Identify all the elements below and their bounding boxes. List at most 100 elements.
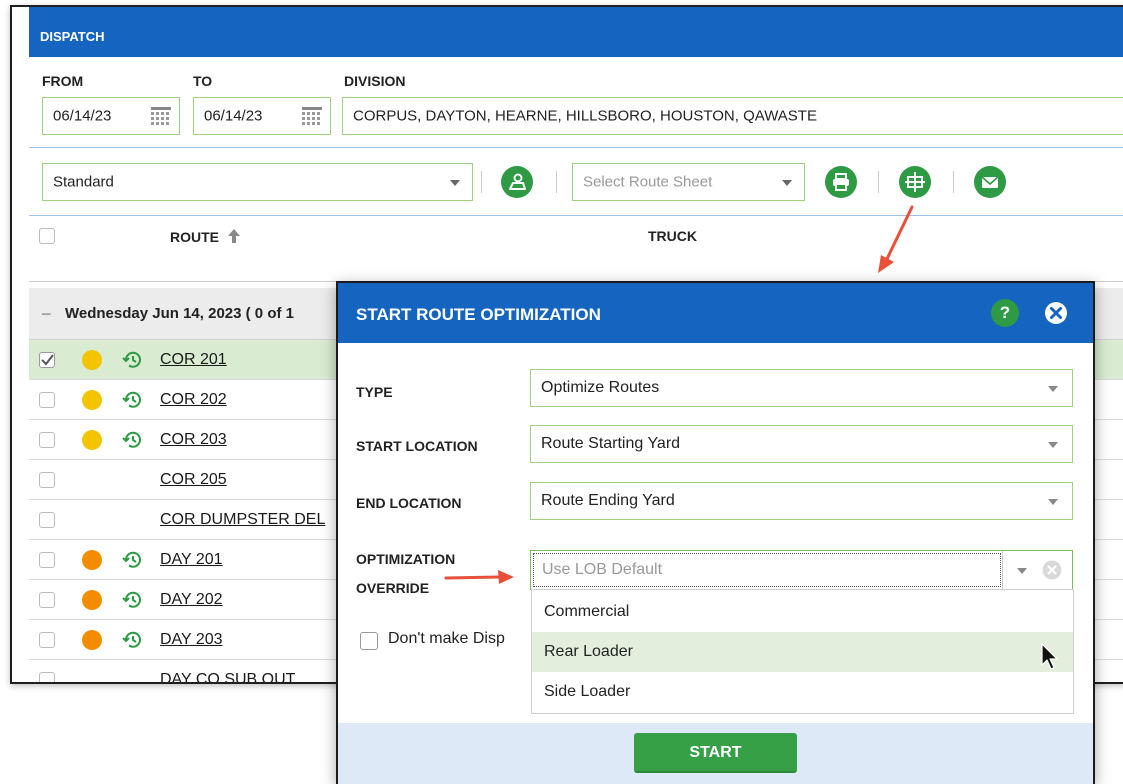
chevron-down-icon[interactable] [1017, 568, 1027, 574]
to-date-value: 06/14/23 [204, 107, 263, 125]
history-clock-icon[interactable] [122, 589, 144, 611]
status-dot [82, 430, 102, 450]
route-sheet-placeholder: Select Route Sheet [583, 173, 713, 191]
option-label: Rear Loader [544, 643, 633, 660]
row-checkbox[interactable] [39, 632, 55, 648]
division-select[interactable]: CORPUS, DAYTON, HEARNE, HILLSBORO, HOUST… [342, 97, 1123, 135]
route-link[interactable]: DAY 201 [160, 551, 223, 569]
map-user-button[interactable] [501, 166, 533, 198]
divider [29, 147, 1123, 148]
option-label: Side Loader [544, 683, 631, 700]
status-dot [82, 390, 102, 410]
toolbar-separator [481, 171, 482, 193]
start-location-value: Route Starting Yard [541, 435, 681, 452]
clear-icon[interactable] [1042, 560, 1062, 580]
dialog-footer: START [338, 723, 1093, 784]
chevron-down-icon [1048, 386, 1058, 392]
row-checkbox[interactable] [39, 592, 55, 608]
route-link[interactable]: COR DUMPSTER DEL [160, 511, 325, 529]
route-column-header[interactable]: ROUTE [170, 228, 241, 245]
history-clock-icon[interactable] [122, 629, 144, 651]
type-label: TYPE [356, 384, 393, 400]
from-date-value: 06/14/23 [53, 107, 112, 125]
history-clock-icon[interactable] [122, 549, 144, 571]
type-select[interactable]: Optimize Routes [530, 369, 1073, 407]
mouse-cursor-icon [1041, 643, 1058, 670]
history-clock-icon[interactable] [122, 349, 144, 371]
end-location-value: Route Ending Yard [541, 492, 675, 509]
dialog-header: START ROUTE OPTIMIZATION ? [338, 283, 1093, 343]
option-label: Commercial [544, 603, 630, 620]
chevron-down-icon [782, 180, 792, 186]
view-select[interactable]: Standard [42, 163, 473, 201]
route-column-label: ROUTE [170, 229, 219, 245]
route-optimization-dialog: START ROUTE OPTIMIZATION ? TYPE Optimize… [336, 281, 1095, 784]
optimization-override-label-line2: OVERRIDE [356, 580, 430, 596]
status-dot [82, 550, 102, 570]
email-button[interactable] [974, 166, 1006, 198]
row-checkbox[interactable] [39, 432, 55, 448]
dispatch-title: DISPATCH [40, 29, 105, 44]
help-icon[interactable]: ? [991, 299, 1019, 327]
print-button[interactable] [825, 166, 857, 198]
group-date-label: Wednesday Jun 14, 2023 ( 0 of 1 [65, 305, 294, 322]
route-link[interactable]: COR 201 [160, 351, 227, 369]
start-button[interactable]: START [634, 733, 797, 773]
route-link[interactable]: DAY 202 [160, 591, 223, 609]
route-link[interactable]: DAY 203 [160, 631, 223, 649]
annotation-arrow-icon [878, 205, 914, 273]
dont-make-dispatch-checkbox[interactable] [360, 632, 378, 650]
history-clock-icon[interactable] [122, 389, 144, 411]
row-checkbox[interactable] [39, 352, 55, 368]
division-value: CORPUS, DAYTON, HEARNE, HILLSBORO, HOUST… [353, 107, 817, 125]
row-checkbox[interactable] [39, 472, 55, 488]
route-sheet-select[interactable]: Select Route Sheet [572, 163, 805, 201]
view-select-value: Standard [53, 173, 114, 191]
row-checkbox[interactable] [39, 512, 55, 528]
optimization-override-label-line1: OPTIMIZATION [356, 551, 456, 567]
dispatch-header: DISPATCH [29, 7, 1123, 57]
check-icon [41, 354, 54, 366]
dont-make-dispatch-label: Don't make Disp [388, 630, 505, 647]
route-link[interactable]: COR 203 [160, 431, 227, 449]
end-location-select[interactable]: Route Ending Yard [530, 482, 1073, 520]
optimize-grid-icon [905, 172, 925, 192]
start-location-select[interactable]: Route Starting Yard [530, 425, 1073, 463]
select-all-checkbox[interactable] [39, 228, 55, 244]
override-input-focus[interactable]: Use LOB Default [533, 553, 1001, 587]
toolbar-separator [878, 171, 879, 193]
route-link[interactable]: DAY CO SUB OUT [160, 671, 295, 682]
end-location-label: END LOCATION [356, 495, 462, 511]
to-date-field[interactable]: 06/14/23 [193, 97, 331, 135]
map-user-icon [509, 173, 526, 190]
status-dot [82, 350, 102, 370]
divider [1002, 551, 1003, 589]
status-dot [82, 630, 102, 650]
history-clock-icon[interactable] [122, 429, 144, 451]
collapse-minus-icon[interactable]: − [41, 304, 52, 325]
toolbar-separator [953, 171, 954, 193]
calendar-icon[interactable] [302, 107, 322, 125]
close-icon[interactable] [1044, 301, 1068, 325]
route-link[interactable]: COR 205 [160, 471, 227, 489]
dialog-title: START ROUTE OPTIMIZATION [356, 305, 601, 324]
row-checkbox[interactable] [39, 672, 55, 682]
division-label: DIVISION [344, 73, 406, 89]
optimization-override-combobox[interactable]: Use LOB Default [530, 550, 1073, 590]
from-date-field[interactable]: 06/14/23 [42, 97, 180, 135]
annotation-arrow-icon [444, 570, 514, 584]
truck-column-header[interactable]: TRUCK [648, 228, 697, 244]
calendar-icon[interactable] [151, 107, 171, 125]
mail-icon [981, 176, 999, 188]
dropdown-option-hovered[interactable]: Rear Loader [532, 632, 1073, 672]
dropdown-option[interactable]: Side Loader [532, 672, 1073, 712]
row-checkbox[interactable] [39, 392, 55, 408]
start-location-label: START LOCATION [356, 438, 478, 454]
dropdown-option[interactable]: Commercial [532, 592, 1073, 632]
route-link[interactable]: COR 202 [160, 391, 227, 409]
toolbar-separator [556, 171, 557, 193]
route-optimization-button[interactable] [899, 166, 931, 198]
row-checkbox[interactable] [39, 552, 55, 568]
override-placeholder: Use LOB Default [542, 561, 663, 578]
printer-icon [833, 173, 849, 191]
